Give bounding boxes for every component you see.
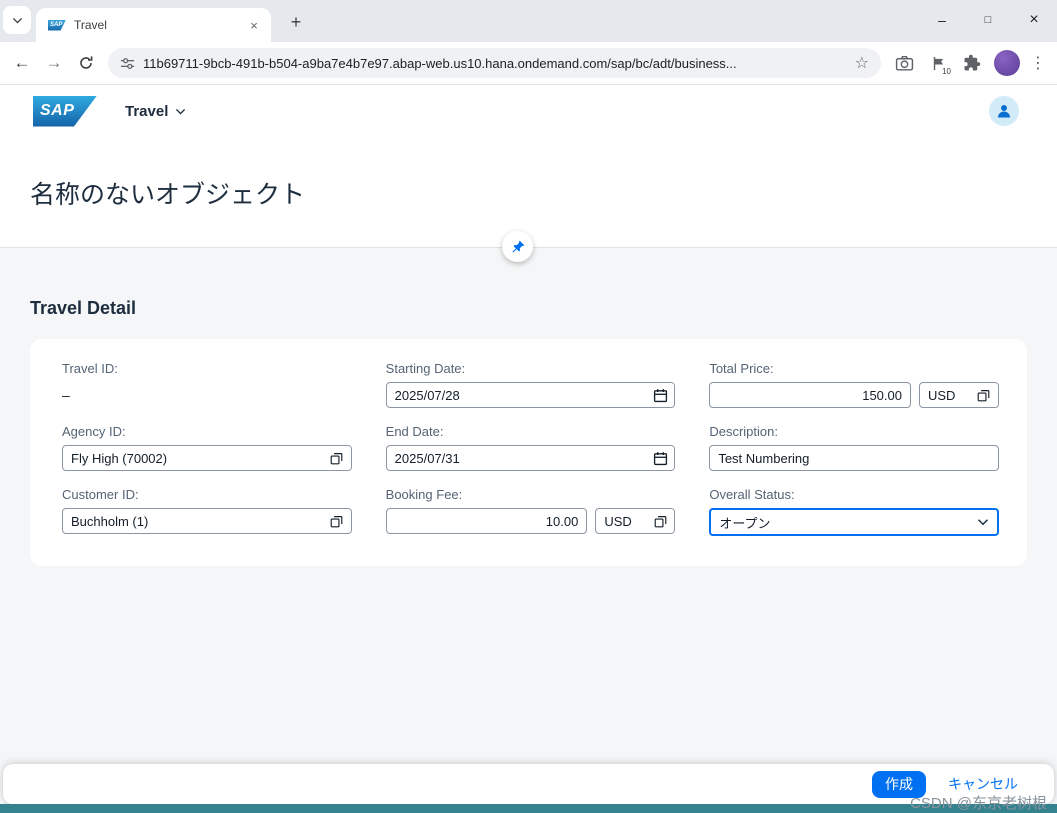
value-help-icon[interactable]: [322, 509, 351, 533]
back-button[interactable]: ←: [6, 47, 38, 79]
pin-header-button[interactable]: [502, 231, 533, 262]
camera-icon: [895, 55, 913, 71]
starting-date-input[interactable]: [385, 382, 676, 408]
field-agency-id: Agency ID:: [62, 424, 352, 471]
chevron-down-icon: [176, 108, 186, 115]
agency-id-label: Agency ID:: [62, 424, 126, 439]
user-avatar-button[interactable]: [989, 96, 1019, 126]
flag-badge: 10: [942, 67, 951, 76]
browser-toolbar: ← → 11b69711-9bcb-491b-b504-a9ba7e4b7e97…: [0, 42, 1057, 85]
value-help-icon[interactable]: [969, 383, 998, 407]
field-customer-id: Customer ID:: [62, 487, 352, 536]
field-overall-status: Overall Status: オープン: [709, 487, 999, 536]
flag-extension-button[interactable]: 10: [921, 47, 955, 79]
chevron-down-icon: [977, 519, 989, 526]
page-title: 名称のないオブジェクト: [30, 181, 306, 209]
section-title: Travel Detail: [30, 298, 137, 318]
tab-search-button[interactable]: [3, 6, 31, 34]
screenshot-camera-button[interactable]: [887, 47, 921, 79]
field-total-price: Total Price:: [709, 361, 999, 408]
field-booking-fee: Booking Fee:: [385, 487, 676, 536]
browser-tab[interactable]: SAP Travel ×: [36, 8, 271, 42]
starting-date-label: Starting Date:: [385, 361, 466, 376]
field-starting-date: Starting Date:: [385, 361, 676, 408]
footer-toolbar: 作成 キャンセル: [3, 764, 1054, 804]
reload-icon: [80, 56, 93, 69]
overall-status-select[interactable]: オープン: [709, 508, 999, 536]
total-price-input[interactable]: [709, 382, 911, 408]
window-controls: – □ ×: [919, 0, 1057, 40]
url-bar[interactable]: 11b69711-9bcb-491b-b504-a9ba7e4b7e97.aba…: [108, 48, 881, 78]
sap-app-viewport: SAP Travel 名称のないオブジェクト Travel Detail Tra…: [0, 85, 1057, 813]
field-end-date: End Date:: [385, 424, 676, 471]
description-input[interactable]: [709, 445, 999, 471]
browser-menu-button[interactable]: ⋮: [1025, 47, 1051, 79]
sap-favicon-icon: SAP: [48, 19, 66, 31]
forward-button[interactable]: →: [38, 47, 70, 79]
new-tab-button[interactable]: +: [284, 10, 308, 34]
person-icon: [998, 105, 1010, 118]
maximize-button[interactable]: □: [965, 0, 1011, 40]
end-date-input[interactable]: [385, 445, 676, 471]
chevron-down-icon: [12, 17, 22, 24]
object-page-content: Travel Detail Travel ID: – Starting Date…: [0, 247, 1057, 813]
travel-id-value: –: [62, 387, 70, 403]
value-help-icon[interactable]: [646, 509, 675, 533]
app-title-label: Travel: [125, 102, 169, 120]
field-description: Description:: [709, 424, 999, 471]
status-strip: [0, 804, 1057, 813]
sap-logo[interactable]: SAP: [33, 95, 97, 127]
close-button[interactable]: ×: [1011, 0, 1057, 40]
minimize-button[interactable]: –: [919, 0, 965, 40]
travel-detail-form: Travel ID: – Starting Date: Total Price:: [62, 361, 999, 536]
extensions-button[interactable]: [955, 47, 989, 79]
value-help-icon[interactable]: [322, 446, 351, 470]
travel-id-label: Travel ID:: [62, 361, 118, 376]
tab-close-button[interactable]: ×: [245, 16, 263, 34]
pin-icon: [511, 240, 524, 253]
watermark: CSDN @东京老树根: [910, 795, 1047, 812]
customer-id-input[interactable]: [62, 508, 352, 534]
browser-tab-strip: SAP Travel × + – □ ×: [0, 0, 1057, 42]
booking-fee-label: Booking Fee:: [385, 487, 463, 502]
puzzle-icon: [964, 54, 981, 71]
app-title-menu[interactable]: Travel: [125, 103, 186, 120]
agency-id-input[interactable]: [62, 445, 352, 471]
bookmark-star-icon[interactable]: ☆: [855, 53, 869, 73]
url-text[interactable]: 11b69711-9bcb-491b-b504-a9ba7e4b7e97.aba…: [143, 56, 847, 71]
site-settings-icon[interactable]: [120, 56, 135, 71]
field-travel-id: Travel ID: –: [62, 361, 352, 408]
travel-detail-card: Travel ID: – Starting Date: Total Price:: [30, 339, 1027, 566]
shell-bar: SAP Travel: [0, 85, 1057, 137]
calendar-icon[interactable]: [646, 446, 675, 470]
description-label: Description:: [709, 424, 778, 439]
tab-title: Travel: [74, 18, 107, 32]
end-date-label: End Date:: [385, 424, 444, 439]
total-price-label: Total Price:: [709, 361, 774, 376]
reload-button[interactable]: [70, 47, 102, 79]
customer-id-label: Customer ID:: [62, 487, 139, 502]
browser-profile-avatar[interactable]: [994, 50, 1020, 76]
page-header: 名称のないオブジェクト: [0, 137, 1057, 247]
overall-status-value: オープン: [719, 515, 771, 531]
calendar-icon[interactable]: [646, 383, 675, 407]
booking-fee-input[interactable]: [385, 508, 588, 534]
overall-status-label: Overall Status:: [709, 487, 795, 502]
